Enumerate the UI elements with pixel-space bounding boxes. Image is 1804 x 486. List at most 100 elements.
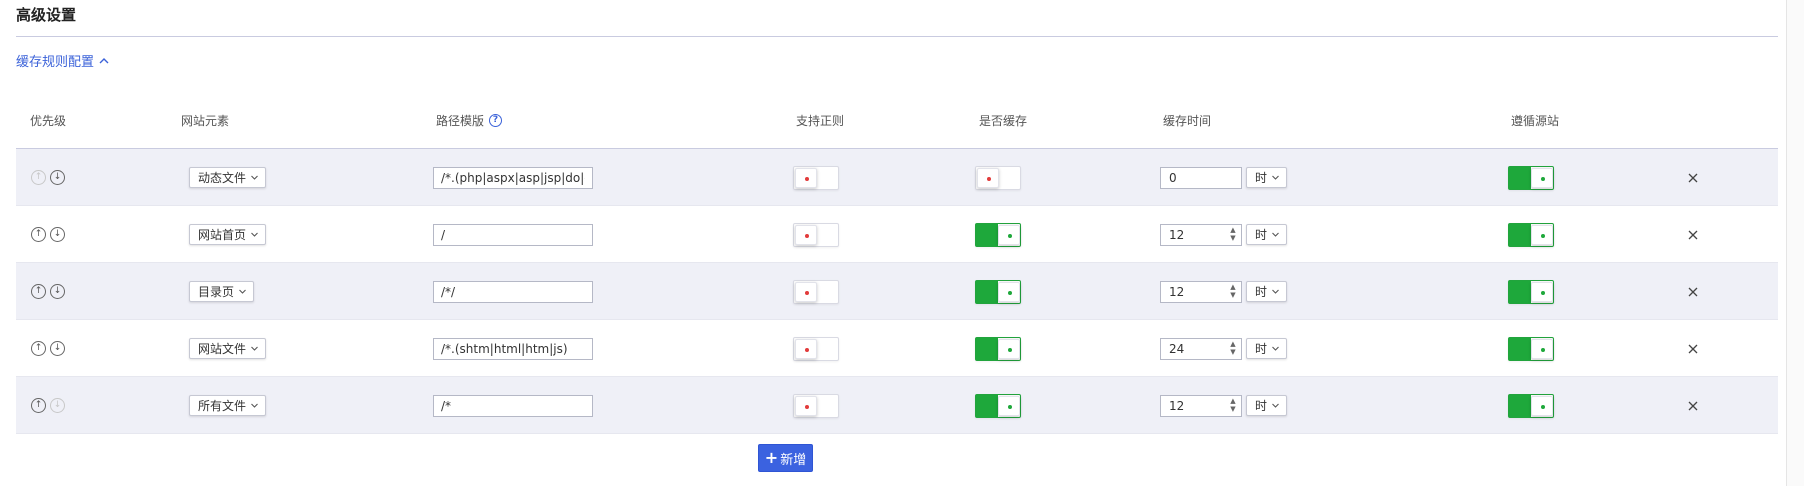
page-scrollbar[interactable] (1786, 0, 1804, 486)
regex-cell (793, 263, 839, 320)
table-row: ↑ ↓ 动态文件 0 时 (16, 149, 1778, 206)
delete-cell (1686, 149, 1700, 206)
number-spinner[interactable]: ▲ ▼ (1225, 282, 1241, 302)
chevron-up-icon[interactable]: ▲ (1230, 398, 1235, 405)
follow-origin-switch[interactable] (1508, 279, 1554, 304)
header-path: 路径模版 ? (436, 112, 503, 129)
cache-switch[interactable] (975, 222, 1021, 247)
close-icon[interactable] (1686, 228, 1700, 242)
chevron-down-icon[interactable]: ▼ (1230, 292, 1235, 299)
cache-time-input[interactable]: 0 (1160, 166, 1242, 189)
cache-time-input[interactable]: 12 ▲ ▼ (1160, 280, 1242, 303)
follow-origin-switch[interactable] (1508, 336, 1554, 361)
path-template-input[interactable] (433, 280, 593, 303)
follow-origin-switch[interactable] (1508, 393, 1554, 418)
element-select-value: 动态文件 (198, 171, 247, 185)
chevron-down-icon[interactable]: ▼ (1230, 235, 1235, 242)
cache-switch[interactable] (975, 279, 1021, 304)
path-template-input[interactable] (433, 166, 593, 189)
priority-controls: ↑ ↓ (31, 206, 69, 263)
cache-switch[interactable] (975, 165, 1021, 190)
number-spinner[interactable]: ▲ ▼ (1225, 339, 1241, 359)
add-rule-button[interactable]: + 新增 (758, 444, 813, 472)
chevron-up-icon[interactable]: ▲ (1230, 227, 1235, 234)
delete-cell (1686, 320, 1700, 377)
close-icon[interactable] (1686, 171, 1700, 185)
add-rule-label: 新增 (780, 452, 807, 468)
regex-switch[interactable] (793, 279, 839, 304)
arrow-down-circle-icon: ↓ (50, 398, 65, 413)
cache-time-input[interactable]: 12 ▲ ▼ (1160, 394, 1242, 417)
time-unit-select[interactable]: 时 (1246, 281, 1288, 302)
arrow-down-circle-icon[interactable]: ↓ (50, 227, 65, 242)
path-template-input[interactable] (433, 394, 593, 417)
arrow-up-circle-icon[interactable]: ↑ (31, 398, 46, 413)
arrow-up-circle-icon[interactable]: ↑ (31, 284, 46, 299)
cache-time-cell: 0 时 (1160, 149, 1288, 206)
follow-origin-switch[interactable] (1508, 165, 1554, 190)
element-select[interactable]: 目录页 (189, 281, 255, 302)
regex-switch[interactable] (793, 393, 839, 418)
cache-switch[interactable] (975, 393, 1021, 418)
element-select-value: 目录页 (198, 285, 235, 299)
chevron-up-icon[interactable]: ▲ (1230, 284, 1235, 291)
follow-origin-switch[interactable] (1508, 222, 1554, 247)
chevron-down-icon (250, 399, 259, 413)
table-row: ↑ ↓ 网站首页 12 ▲▼ 时 (16, 206, 1778, 263)
question-circle-icon[interactable]: ? (489, 113, 503, 127)
chevron-down-icon (1271, 342, 1280, 356)
element-select-value: 网站文件 (198, 342, 247, 356)
arrow-down-circle-icon[interactable]: ↓ (50, 341, 65, 356)
path-template-input[interactable] (433, 223, 593, 246)
regex-cell (793, 206, 839, 263)
chevron-down-icon[interactable]: ▼ (1230, 349, 1235, 356)
arrow-down-circle-icon[interactable]: ↓ (50, 284, 65, 299)
element-select[interactable]: 所有文件 (189, 395, 267, 416)
regex-switch[interactable] (793, 336, 839, 361)
header-path-label: 路径模版 (436, 113, 485, 128)
chevron-up-icon[interactable]: ▲ (1230, 341, 1235, 348)
time-unit-select[interactable]: 时 (1246, 338, 1288, 359)
cache-cell (975, 149, 1021, 206)
element-select[interactable]: 网站首页 (189, 224, 267, 245)
cache-rules-toggle-link[interactable]: 缓存规则配置 (16, 51, 111, 70)
follow-origin-cell (1508, 263, 1554, 320)
header-cache: 是否缓存 (979, 113, 1028, 128)
arrow-up-circle-icon: ↑ (31, 170, 46, 185)
arrow-up-circle-icon[interactable]: ↑ (31, 227, 46, 242)
delete-cell (1686, 206, 1700, 263)
close-icon[interactable] (1686, 342, 1700, 356)
arrow-up-circle-icon[interactable]: ↑ (31, 341, 46, 356)
path-cell (433, 377, 593, 434)
close-icon[interactable] (1686, 285, 1700, 299)
follow-origin-cell (1508, 377, 1554, 434)
header-element: 网站元素 (181, 113, 230, 128)
regex-switch[interactable] (793, 165, 839, 190)
chevron-up-icon (99, 57, 109, 63)
header-regex: 支持正则 (796, 113, 845, 128)
chevron-down-icon (1271, 399, 1280, 413)
chevron-down-icon (250, 171, 259, 185)
element-select[interactable]: 动态文件 (189, 167, 267, 188)
path-cell (433, 263, 593, 320)
path-template-input[interactable] (433, 337, 593, 360)
number-spinner[interactable]: ▲ ▼ (1225, 225, 1241, 245)
element-select[interactable]: 网站文件 (189, 338, 267, 359)
cache-time-input[interactable]: 12 ▲ ▼ (1160, 223, 1242, 246)
cache-switch[interactable] (975, 336, 1021, 361)
cache-time-cell: 12 ▲ ▼ 时 (1160, 206, 1288, 263)
number-spinner[interactable]: ▲ ▼ (1225, 396, 1241, 416)
element-select-value: 所有文件 (198, 399, 247, 413)
time-unit-select[interactable]: 时 (1246, 224, 1288, 245)
cache-time-cell: 24 ▲ ▼ 时 (1160, 320, 1288, 377)
arrow-down-circle-icon[interactable]: ↓ (50, 170, 65, 185)
header-follow-origin: 遵循源站 (1511, 113, 1560, 128)
header-priority: 优先级 (30, 113, 67, 128)
time-unit-select[interactable]: 时 (1246, 167, 1288, 188)
cache-time-input[interactable]: 24 ▲ ▼ (1160, 337, 1242, 360)
time-unit-select[interactable]: 时 (1246, 395, 1288, 416)
chevron-down-icon (250, 342, 259, 356)
close-icon[interactable] (1686, 399, 1700, 413)
chevron-down-icon[interactable]: ▼ (1230, 406, 1235, 413)
regex-switch[interactable] (793, 222, 839, 247)
